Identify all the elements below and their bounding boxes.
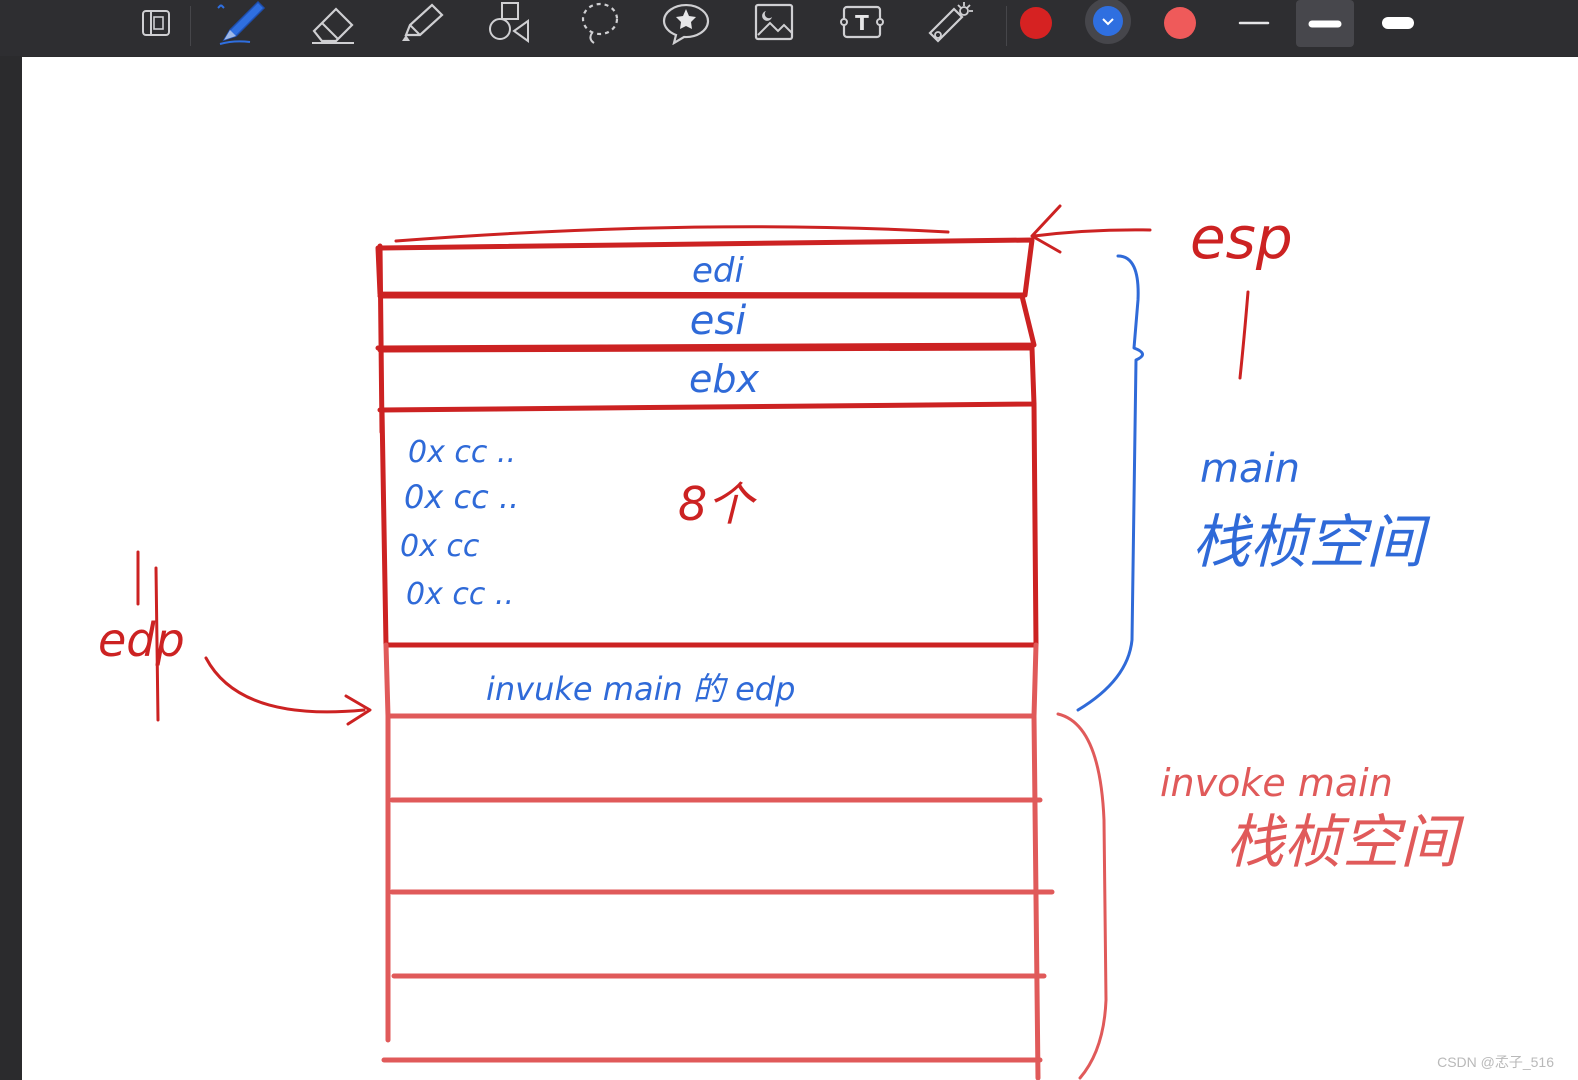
shapes-icon <box>484 1 536 45</box>
ebp-arrow <box>204 656 372 726</box>
esp-stem <box>1238 290 1250 380</box>
stack-top-stroke <box>394 225 950 243</box>
pen-icon <box>212 0 272 46</box>
invoke-frame-label-line1: invoke main <box>1160 761 1393 805</box>
highlighter-tool-button[interactable] <box>396 0 448 46</box>
invoke-frame-label-line2: 栈桢空间 <box>1226 808 1465 876</box>
esi-label: esi <box>690 298 747 344</box>
color-dot <box>1084 0 1132 47</box>
color-dot <box>1016 3 1056 43</box>
lasso-icon <box>574 1 626 45</box>
color-dot <box>1160 3 1200 43</box>
stroke-thin-button[interactable] <box>1232 0 1276 46</box>
note-canvas[interactable]: edi esi ebx 0x cc .. 0x cc .. 0x cc 0x c… <box>22 57 1578 1080</box>
thin-stroke-icon <box>1232 13 1276 33</box>
eraser-tool-button[interactable] <box>308 0 360 46</box>
stack-frame-diagram: edi esi ebx 0x cc .. 0x cc .. 0x cc 0x c… <box>98 204 1465 1080</box>
fill-row: 0x cc .. <box>404 478 519 516</box>
ebp-label: edp <box>98 613 185 667</box>
text-tool-button[interactable]: T <box>836 0 888 46</box>
laser-pointer-tool-button[interactable] <box>924 0 976 46</box>
text-box-icon: T <box>836 1 888 45</box>
esp-arrow <box>1030 204 1152 254</box>
main-frame-brace <box>1076 254 1144 712</box>
thick-stroke-icon <box>1376 12 1420 34</box>
fill-row: 0x cc .. <box>408 435 516 470</box>
esp-label: esp <box>1190 204 1293 272</box>
image-icon <box>748 1 800 45</box>
stroke-medium-button[interactable] <box>1296 0 1354 47</box>
toolbar: T <box>0 0 1578 56</box>
fill-row: 0x cc .. <box>406 577 514 612</box>
stroke-thick-button[interactable] <box>1376 0 1420 46</box>
color-swatch-red[interactable] <box>1016 0 1056 46</box>
medium-stroke-icon <box>1303 14 1347 34</box>
stack-caller-region <box>385 713 1041 1080</box>
page-layout-button[interactable] <box>134 0 178 46</box>
edi-label: edi <box>692 251 745 291</box>
sticker-icon <box>658 1 714 45</box>
ebx-label: ebx <box>689 357 760 401</box>
shapes-tool-button[interactable] <box>484 0 536 46</box>
color-swatch-light-red[interactable] <box>1160 0 1200 46</box>
watermark: CSDN @孞子_516 <box>1437 1054 1554 1070</box>
lasso-tool-button[interactable] <box>574 0 626 46</box>
laser-pointer-icon <box>924 1 976 45</box>
image-tool-button[interactable] <box>748 0 800 46</box>
invoke-frame-brace <box>1056 712 1108 1080</box>
page-layout-icon <box>137 5 175 41</box>
pen-tool-button[interactable] <box>212 0 272 46</box>
main-frame-label-line1: main <box>1200 446 1300 492</box>
fill-row: 0x cc <box>400 529 480 564</box>
stack-left-edge <box>377 243 385 435</box>
color-swatch-blue[interactable] <box>1084 0 1132 46</box>
saved-ebp-label: invuke main 的 edp <box>486 670 795 708</box>
fill-count-label: 8个 <box>678 477 757 531</box>
sticker-tool-button[interactable] <box>658 0 714 46</box>
main-frame-label-line2: 栈桢空间 <box>1192 508 1431 576</box>
text-tool-glyph: T <box>855 11 869 35</box>
eraser-icon <box>308 1 360 45</box>
highlighter-icon <box>396 1 448 45</box>
